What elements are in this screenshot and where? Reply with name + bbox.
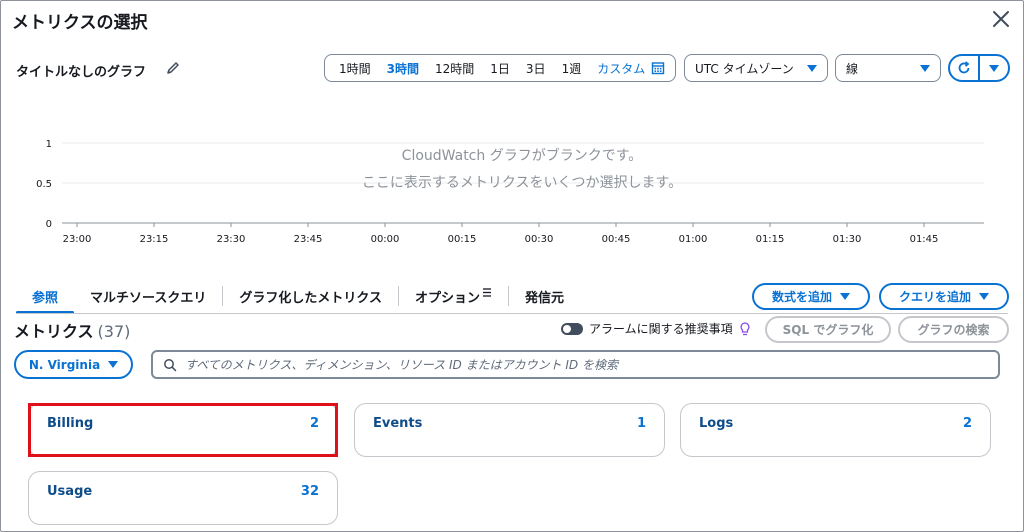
alarm-recommendations-label: アラームに関する推奨事項 xyxy=(589,322,733,336)
chart-x-tick-label: 01:00 xyxy=(679,234,708,245)
caret-down-icon xyxy=(807,64,817,72)
caret-down-icon xyxy=(108,361,119,368)
tab-divider-line xyxy=(16,313,1008,314)
namespace-name: Billing xyxy=(47,416,94,431)
namespace-count: 2 xyxy=(309,416,319,431)
namespace-name: Events xyxy=(373,416,423,431)
sql-graph-button[interactable]: SQL でグラフ化 xyxy=(765,316,891,343)
chart-x-tick-label: 00:45 xyxy=(602,234,631,245)
metrics-heading: メトリクス (37) xyxy=(14,318,130,342)
chart-empty-message-line1: CloudWatch グラフがブランクです。 xyxy=(402,147,643,164)
modal-title: メトリクスの選択 xyxy=(12,13,148,33)
search-icon xyxy=(164,358,177,371)
time-option-1h[interactable]: 1時間 xyxy=(331,60,379,77)
tab-multi-source-query[interactable]: マルチソースクエリ xyxy=(74,280,222,312)
chart-y-tick-label: 0.5 xyxy=(36,179,52,190)
caret-down-icon xyxy=(840,293,850,300)
time-option-3h[interactable]: 3時間 xyxy=(379,60,427,77)
close-icon[interactable] xyxy=(990,8,1012,30)
timezone-select[interactable]: UTC タイムゾーン xyxy=(684,54,828,82)
chart-x-tick-label: 01:30 xyxy=(833,234,862,245)
chart-x-tick-label: 23:15 xyxy=(140,234,169,245)
tab-source[interactable]: 発信元 xyxy=(509,280,580,312)
metrics-chart: CloudWatch グラフがブランクです。 ここに表示するメトリクスをいくつか… xyxy=(36,139,984,245)
graph-type-value: 線 xyxy=(846,61,859,76)
chart-x-tick-label: 23:30 xyxy=(217,234,246,245)
alarm-recommendations-toggle[interactable] xyxy=(561,322,583,335)
graph-type-select[interactable]: 線 xyxy=(835,54,941,82)
refresh-options-button[interactable] xyxy=(978,56,1008,80)
time-option-12h[interactable]: 12時間 xyxy=(427,60,482,77)
caret-down-icon xyxy=(989,64,999,72)
chart-x-tick-label: 00:00 xyxy=(371,234,400,245)
time-range-selector: 1時間 3時間 12時間 1日 3日 1週 カスタム xyxy=(324,54,676,82)
time-option-custom[interactable]: カスタム xyxy=(589,60,649,77)
search-graph-button[interactable]: グラフの検索 xyxy=(898,316,1009,343)
chart-y-tick-label: 1 xyxy=(46,139,52,150)
chart-empty-message-line2: ここに表示するメトリクスをいくつか選択します。 xyxy=(362,175,682,191)
region-value: N. Virginia xyxy=(28,357,101,372)
chart-x-tick-label: 01:15 xyxy=(756,234,785,245)
calendar-icon[interactable] xyxy=(651,61,665,75)
tab-options-label: オプション xyxy=(415,290,481,306)
refresh-button-group xyxy=(948,54,1010,82)
chart-x-tick-label: 23:45 xyxy=(294,234,323,245)
chart-x-tick-label: 00:30 xyxy=(525,234,554,245)
namespace-count: 2 xyxy=(962,416,972,431)
chart-x-tick-label: 01:45 xyxy=(910,234,939,245)
chart-x-tick-label: 23:00 xyxy=(63,234,92,245)
time-option-1d[interactable]: 1日 xyxy=(482,60,518,77)
timezone-value: UTC タイムゾーン xyxy=(695,61,794,76)
chart-x-tick-label: 00:15 xyxy=(448,234,477,245)
time-option-1w[interactable]: 1週 xyxy=(554,60,590,77)
namespace-card-logs[interactable]: Logs 2 xyxy=(680,403,991,457)
tab-bar: 参照 マルチソースクエリ グラフ化したメトリクス オプション 発信元 xyxy=(16,280,580,314)
refresh-button[interactable] xyxy=(950,56,978,80)
namespace-card-billing[interactable]: Billing 2 xyxy=(28,403,338,457)
alarm-recommendations-toggle-group: アラームに関する推奨事項 xyxy=(561,320,751,337)
namespace-name: Logs xyxy=(699,416,734,431)
add-formula-button[interactable]: 数式を追加 xyxy=(752,283,870,310)
lightbulb-icon xyxy=(740,321,750,335)
time-option-3d[interactable]: 3日 xyxy=(518,60,554,77)
tab-graphed-metrics[interactable]: グラフ化したメトリクス xyxy=(223,280,398,312)
metrics-count: (37) xyxy=(97,322,131,341)
add-query-button[interactable]: クエリを追加 xyxy=(879,283,1009,310)
refresh-icon xyxy=(958,61,970,74)
metrics-title: メトリクス xyxy=(14,322,94,341)
namespace-card-usage[interactable]: Usage 32 xyxy=(28,471,338,525)
lines-icon xyxy=(483,288,492,297)
metrics-search-box xyxy=(151,350,1000,379)
pencil-icon[interactable] xyxy=(165,60,181,76)
tab-browse[interactable]: 参照 xyxy=(16,280,75,314)
caret-down-icon xyxy=(920,64,930,72)
graph-title: タイトルなしのグラフ xyxy=(16,65,147,80)
add-formula-label: 数式を追加 xyxy=(771,290,832,304)
tab-options[interactable]: オプション xyxy=(399,280,508,312)
region-select-button[interactable]: N. Virginia xyxy=(14,350,133,379)
namespace-count: 1 xyxy=(636,416,646,431)
add-query-label: クエリを追加 xyxy=(898,290,971,304)
namespace-card-events[interactable]: Events 1 xyxy=(354,403,665,457)
metrics-search-input[interactable] xyxy=(185,357,988,372)
namespace-count: 32 xyxy=(300,484,319,499)
namespace-name: Usage xyxy=(47,484,93,499)
chart-y-tick-label: 0 xyxy=(46,219,52,230)
caret-down-icon xyxy=(979,293,989,300)
